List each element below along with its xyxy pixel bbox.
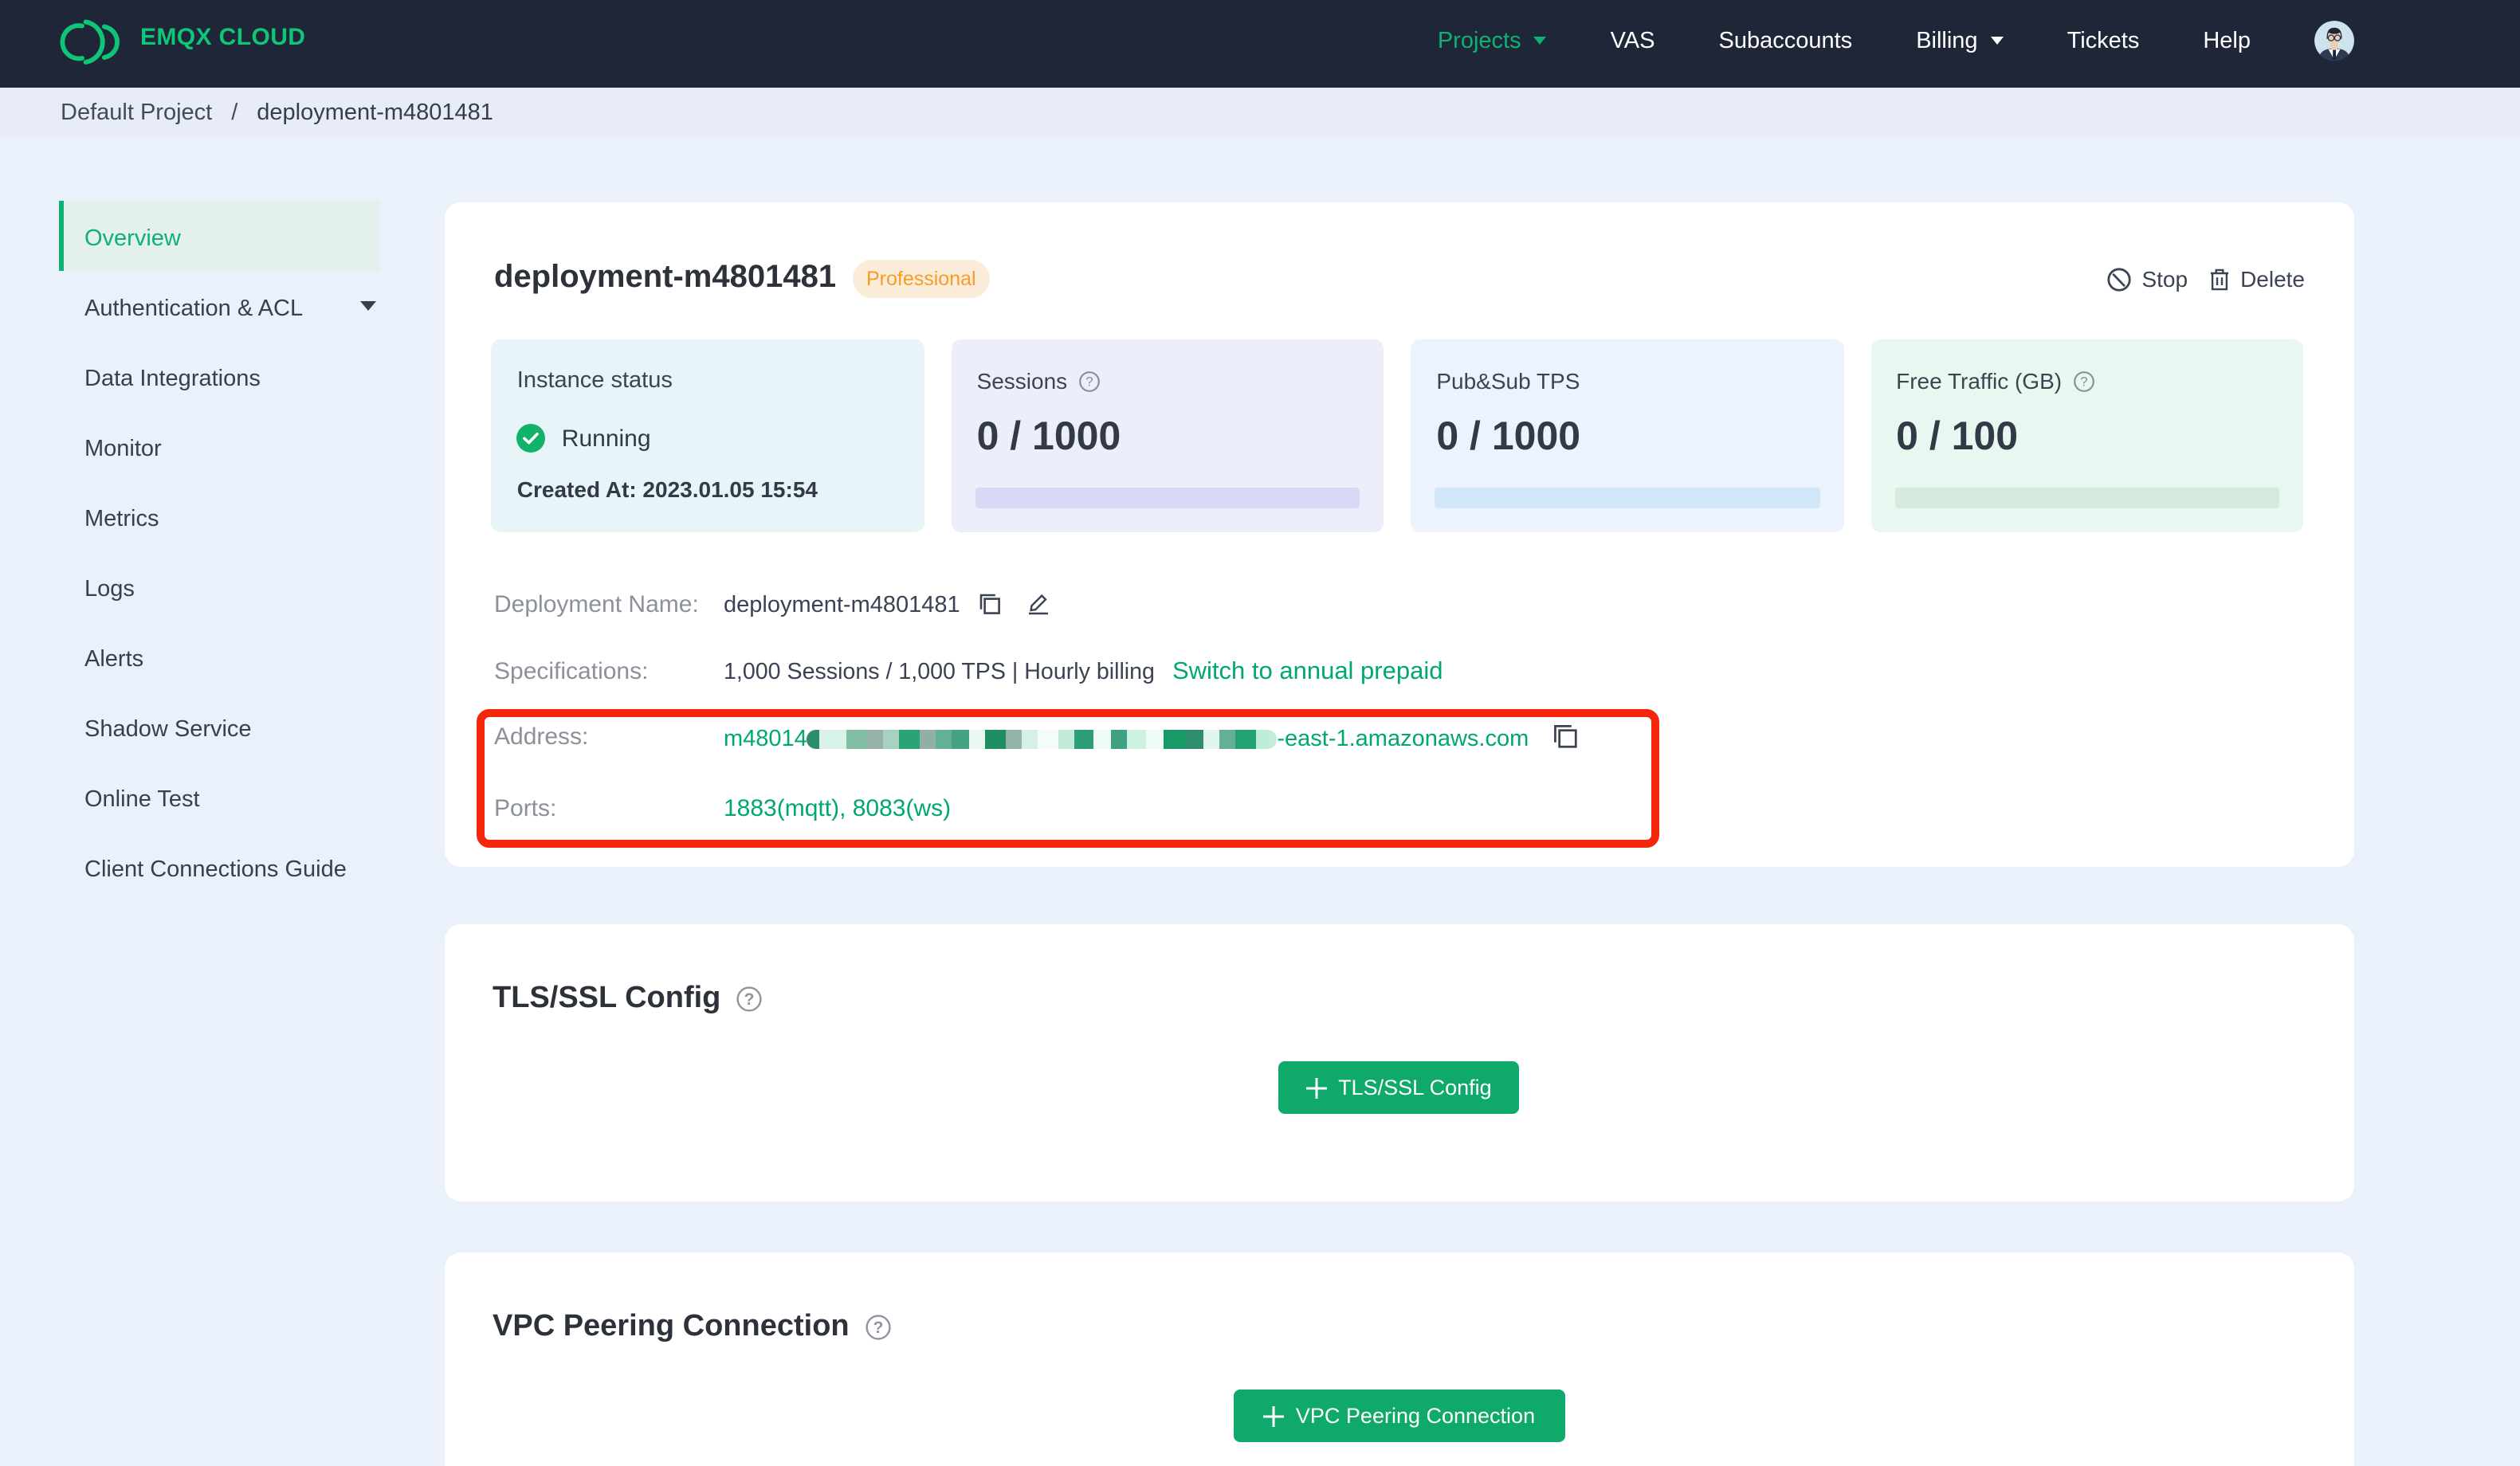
svg-text:?: ?	[2079, 374, 2086, 389]
svg-text:?: ?	[744, 990, 755, 1009]
svg-text:?: ?	[1085, 374, 1092, 389]
svg-text:?: ?	[873, 1319, 883, 1337]
